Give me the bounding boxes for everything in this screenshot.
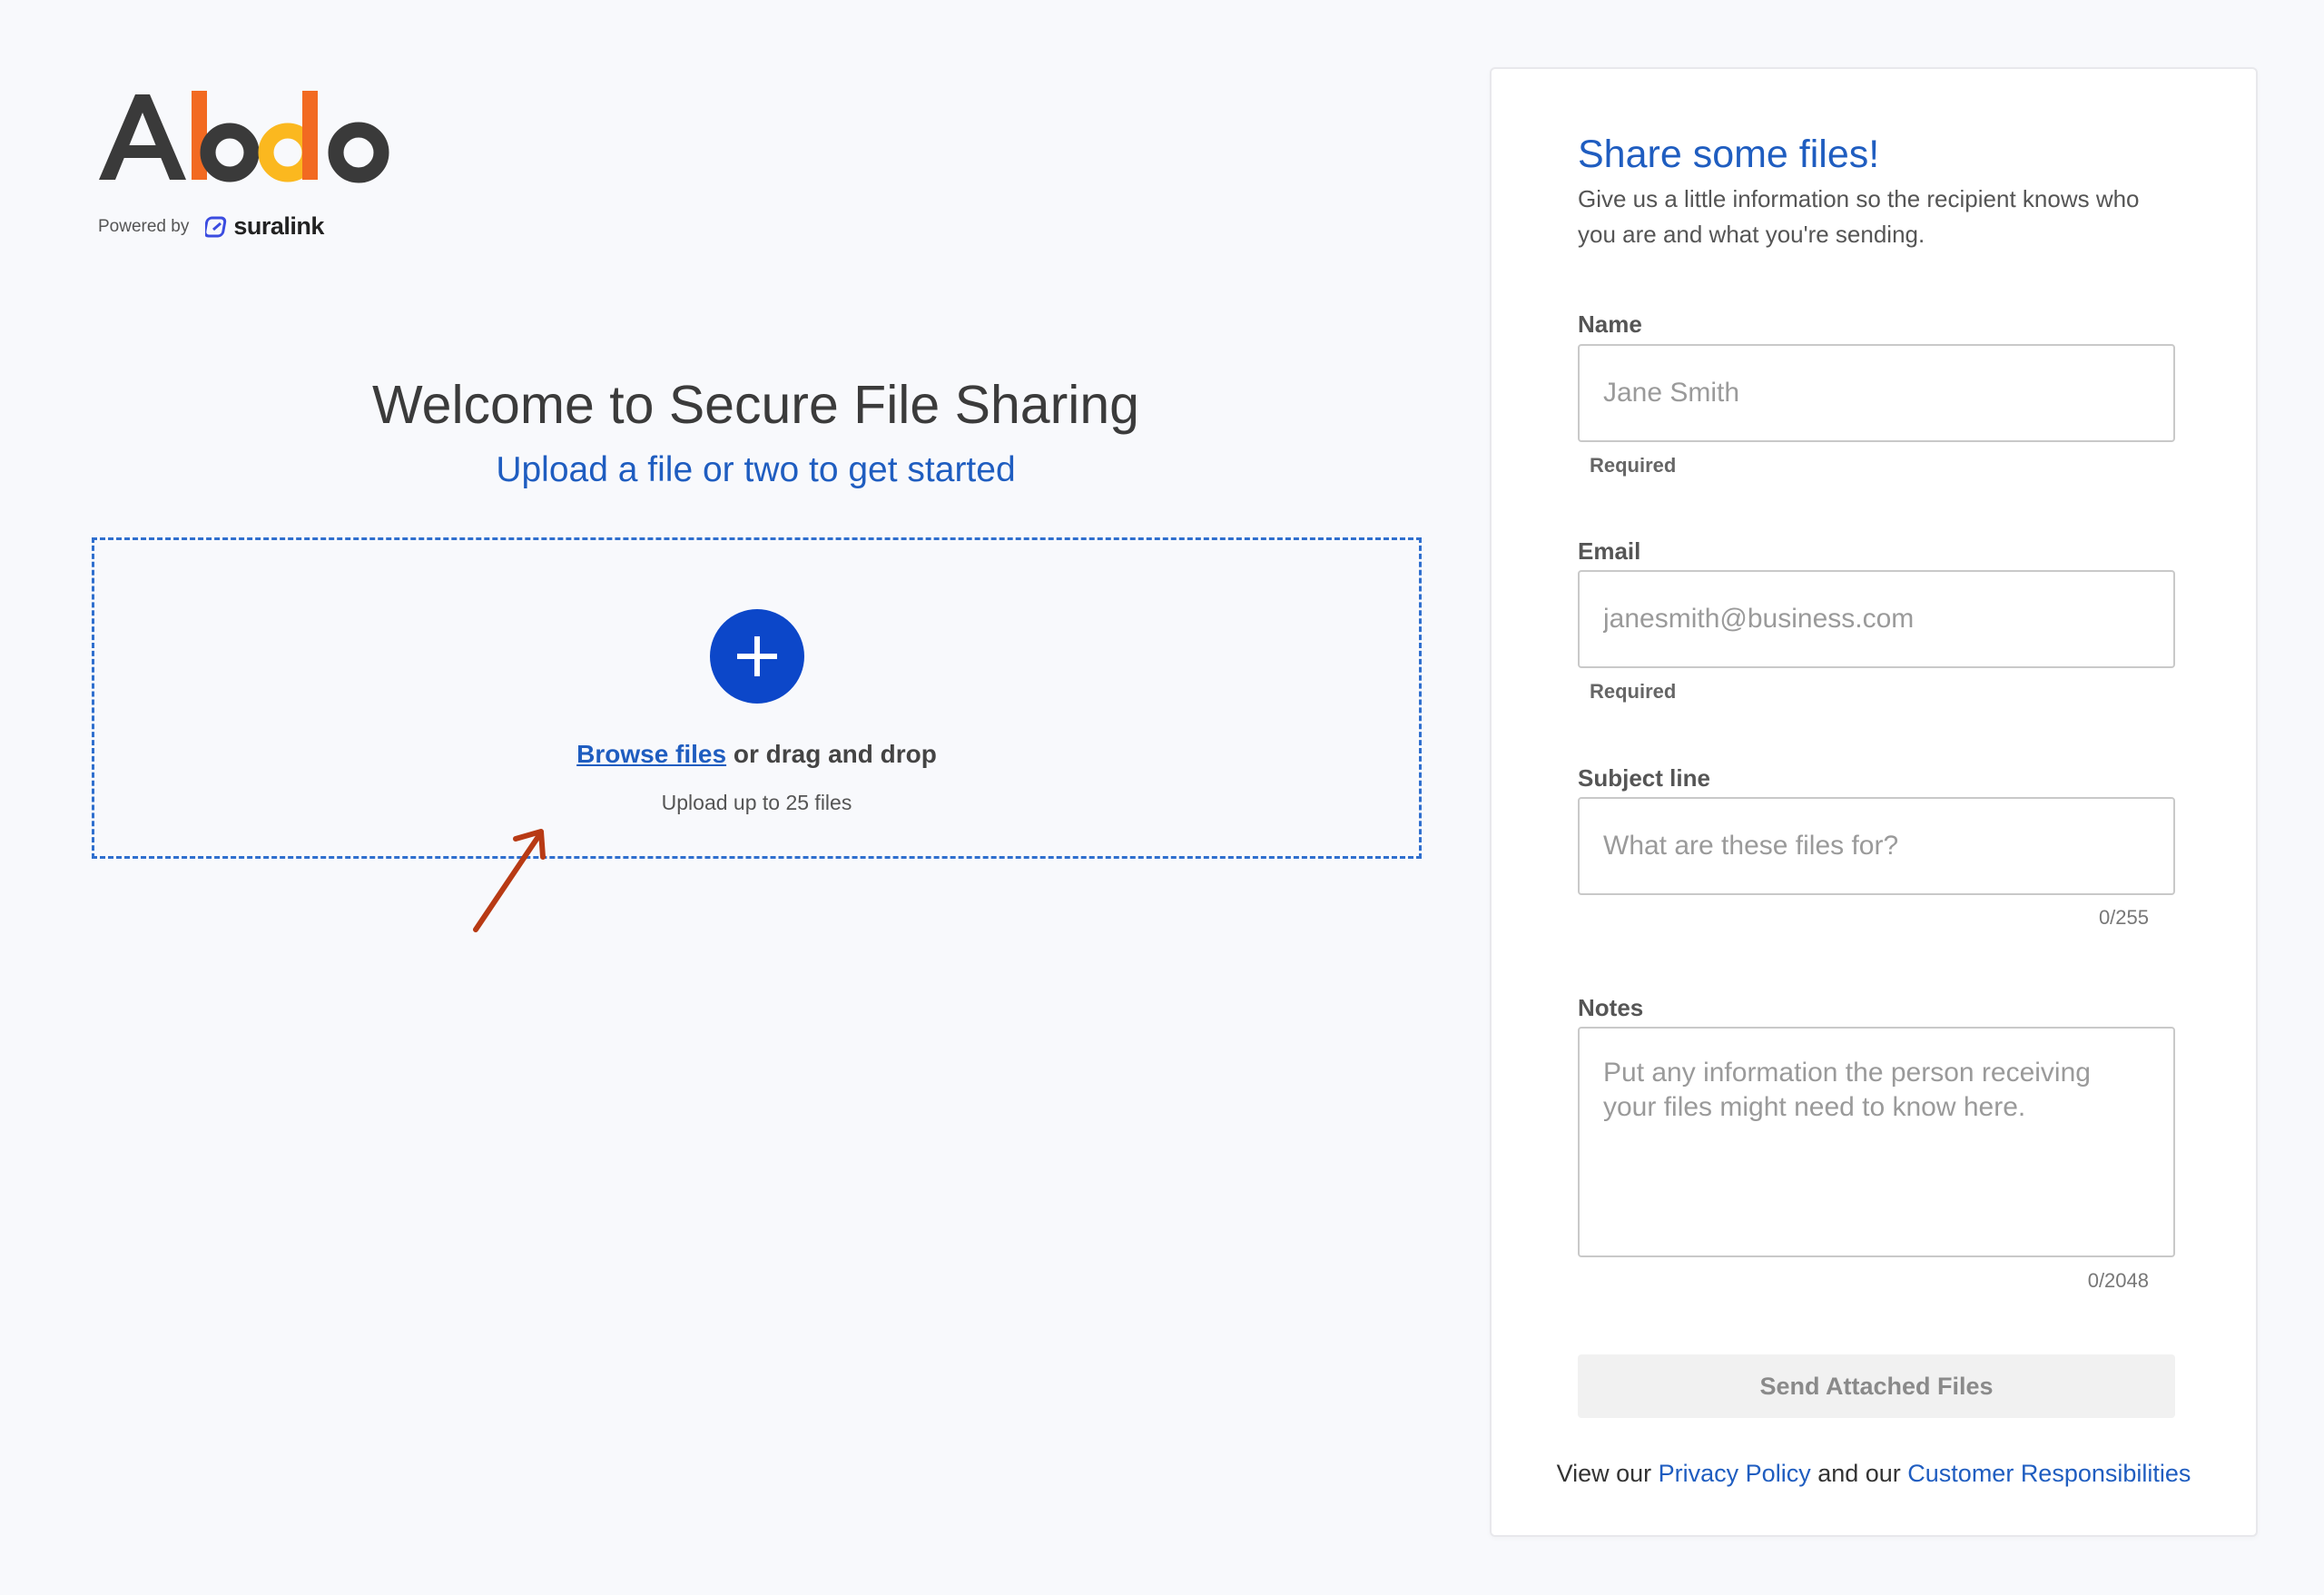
page-subtitle: Upload a file or two to get started xyxy=(496,450,1016,489)
page-title: Welcome to Secure File Sharing xyxy=(372,375,1139,435)
send-files-button[interactable]: Send Attached Files xyxy=(1578,1354,2175,1418)
legal-middle: and our xyxy=(1810,1460,1908,1487)
notes-counter: 0/2048 xyxy=(2087,1269,2149,1292)
form-description: Give us a little information so the reci… xyxy=(1578,185,2140,248)
add-files-button[interactable] xyxy=(710,609,804,704)
legal-links: View our Privacy Policy and our Customer… xyxy=(1492,1460,2256,1488)
page: Powered by suralink Welcome to Secure Fi… xyxy=(0,0,2324,1595)
browse-files-link[interactable]: Browse files xyxy=(576,740,726,768)
drag-drop-text: or drag and drop xyxy=(726,740,937,768)
subject-label: Subject line xyxy=(1578,764,1710,792)
customer-responsibilities-link[interactable]: Customer Responsibilities xyxy=(1907,1460,2191,1487)
upload-limit-text: Upload up to 25 files xyxy=(661,791,852,814)
privacy-policy-link[interactable]: Privacy Policy xyxy=(1659,1460,1811,1487)
notes-textarea[interactable] xyxy=(1578,1027,2175,1257)
arrow-icon xyxy=(473,829,546,932)
suralink-icon xyxy=(205,216,227,237)
email-helper: Required xyxy=(1590,680,1677,703)
abdo-logo-icon xyxy=(99,91,389,183)
subject-counter: 0/255 xyxy=(2098,906,2149,929)
suralink-wordmark: suralink xyxy=(233,212,324,240)
suralink-logo: suralink xyxy=(205,212,324,241)
legal-prefix: View our xyxy=(1556,1460,1659,1487)
notes-label: Notes xyxy=(1578,994,1644,1021)
email-label: Email xyxy=(1578,537,1641,565)
name-helper: Required xyxy=(1590,454,1677,477)
email-input[interactable] xyxy=(1578,570,2175,668)
form-title: Share some files! xyxy=(1578,133,1880,176)
plus-icon xyxy=(737,636,777,676)
name-label: Name xyxy=(1578,310,1642,338)
subject-input[interactable] xyxy=(1578,797,2175,895)
browse-line: Browse files or drag and drop xyxy=(94,740,1419,769)
file-drop-zone[interactable]: Browse files or drag and drop Upload up … xyxy=(92,537,1422,859)
name-input[interactable] xyxy=(1578,344,2175,442)
brand-logo: Powered by suralink xyxy=(95,87,404,241)
share-files-form: Share some files! Give us a little infor… xyxy=(1490,67,2258,1537)
powered-by: Powered by suralink xyxy=(98,212,324,241)
powered-by-text: Powered by xyxy=(98,216,190,236)
